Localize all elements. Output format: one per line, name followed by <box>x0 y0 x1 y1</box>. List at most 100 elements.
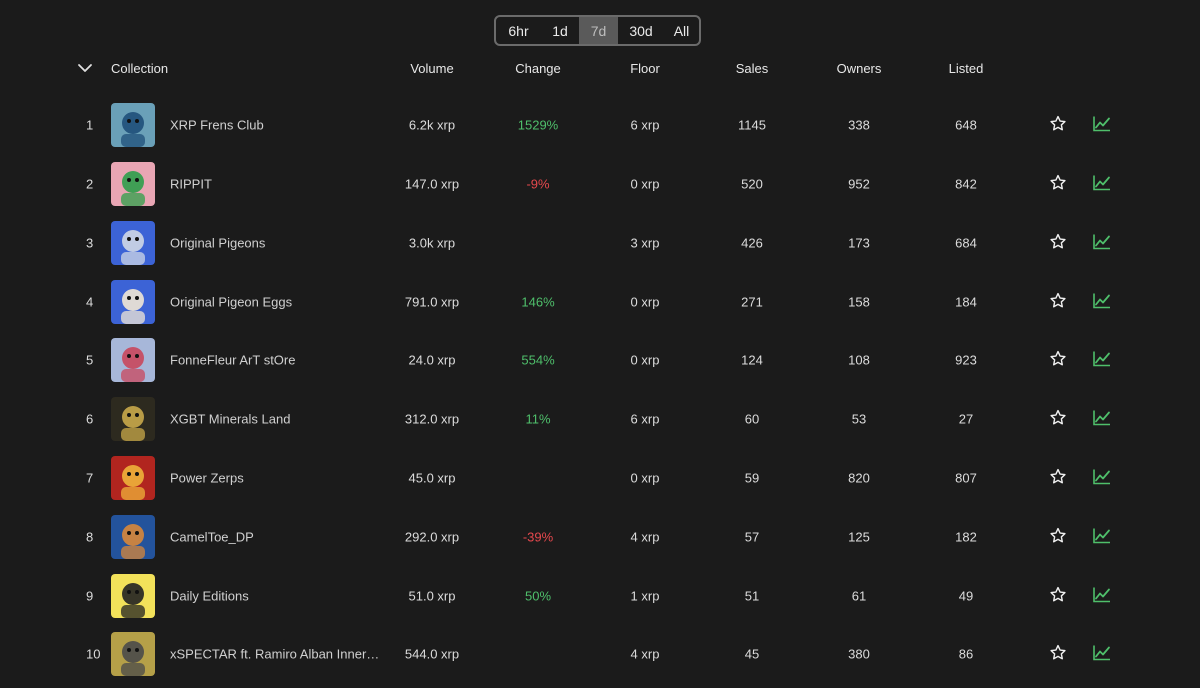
star-icon[interactable] <box>1049 408 1067 429</box>
header-sales[interactable]: Sales <box>736 60 769 78</box>
table-row[interactable]: 2 RIPPIT 147.0 xrp -9% 0 xrp 520 952 842 <box>0 154 1200 213</box>
trend-chart-icon[interactable] <box>1092 526 1112 547</box>
collection-thumbnail[interactable] <box>111 396 155 441</box>
collection-name-link[interactable]: CamelToe_DP <box>170 529 254 544</box>
star-icon[interactable] <box>1049 643 1067 664</box>
rank-number: 2 <box>86 176 94 191</box>
owners-value: 61 <box>851 588 867 603</box>
header-collection[interactable]: Collection <box>111 60 168 78</box>
sales-value: 60 <box>744 411 760 426</box>
change-value: 11% <box>525 411 551 426</box>
star-icon[interactable] <box>1049 291 1067 312</box>
cup-icon <box>121 582 145 618</box>
table-row[interactable]: 4 Original Pigeon Eggs 791.0 xrp 146% 0 xrp 2… <box>0 272 1200 331</box>
table-row[interactable]: 8 CamelToe_DP 292.0 xrp -39% 4 xrp 57 125 182 <box>0 507 1200 566</box>
star-icon[interactable] <box>1049 349 1067 370</box>
rankings-page: 6hr 1d 7d 30d All Collection Volume Chan… <box>0 0 1200 688</box>
table-row[interactable]: 1 XRP Frens Club 6.2k xrp 1529% 6 xrp 1145 338… <box>0 95 1200 154</box>
star-icon[interactable] <box>1049 585 1067 606</box>
table-row[interactable]: 5 FonneFleur ArT stOre 24.0 xrp 554% 0 xrp 12… <box>0 330 1200 389</box>
listed-value: 684 <box>955 235 977 250</box>
star-icon[interactable] <box>1049 114 1067 135</box>
owners-value: 108 <box>848 352 870 367</box>
star-icon[interactable] <box>1049 232 1067 253</box>
collection-name-link[interactable]: XGBT Minerals Land <box>170 411 290 426</box>
collection-name-link[interactable]: xSPECTAR ft. Ramiro Alban Inner V... <box>170 646 380 661</box>
change-value: -9% <box>526 176 550 191</box>
change-value: 1529% <box>517 117 559 132</box>
table-row[interactable]: 6 XGBT Minerals Land 312.0 xrp 11% 6 xrp 60 53… <box>0 389 1200 448</box>
owners-value: 125 <box>848 529 870 544</box>
trend-chart-icon[interactable] <box>1092 585 1112 606</box>
table-row[interactable]: 3 Original Pigeons 3.0k xrp 3 xrp 426 173 684 <box>0 213 1200 272</box>
trend-chart-icon[interactable] <box>1092 114 1112 135</box>
collection-name-link[interactable]: RIPPIT <box>170 176 212 191</box>
star-icon[interactable] <box>1049 526 1067 547</box>
header-volume[interactable]: Volume <box>410 60 453 78</box>
collection-thumbnail[interactable] <box>111 573 155 618</box>
listed-value: 648 <box>955 117 977 132</box>
owners-value: 173 <box>848 235 870 250</box>
owners-value: 338 <box>848 117 870 132</box>
floor-value: 4 xrp <box>630 529 660 544</box>
volume-value: 6.2k xrp <box>408 117 456 132</box>
collection-name-link[interactable]: Daily Editions <box>170 588 249 603</box>
volume-value: 544.0 xrp <box>404 646 460 661</box>
rank-number: 9 <box>86 588 94 603</box>
trend-chart-icon[interactable] <box>1092 232 1112 253</box>
time-range-selector: 6hr 1d 7d 30d All <box>494 15 701 46</box>
range-7d-button[interactable]: 7d <box>579 17 618 44</box>
floor-value: 6 xrp <box>630 411 660 426</box>
owners-value: 820 <box>848 470 870 485</box>
pigeon-icon <box>121 229 145 265</box>
trend-chart-icon[interactable] <box>1092 643 1112 664</box>
trend-chart-icon[interactable] <box>1092 291 1112 312</box>
collection-thumbnail[interactable] <box>111 102 155 147</box>
change-value: 50% <box>524 588 552 603</box>
table-row[interactable]: 10 xSPECTAR ft. Ramiro Alban Inner V... 54… <box>0 624 1200 683</box>
range-30d-button[interactable]: 30d <box>618 17 664 44</box>
portrait-icon <box>121 346 145 382</box>
range-6hr-button[interactable]: 6hr <box>496 17 541 44</box>
header-change[interactable]: Change <box>515 60 561 78</box>
collection-thumbnail[interactable] <box>111 279 155 324</box>
listed-value: 184 <box>955 294 977 309</box>
collection-thumbnail[interactable] <box>111 161 155 206</box>
header-listed[interactable]: Listed <box>949 60 984 78</box>
trend-chart-icon[interactable] <box>1092 467 1112 488</box>
collection-name-link[interactable]: XRP Frens Club <box>170 117 264 132</box>
star-icon[interactable] <box>1049 467 1067 488</box>
collection-thumbnail[interactable] <box>111 337 155 382</box>
sales-value: 520 <box>741 176 763 191</box>
rank-number: 5 <box>86 352 94 367</box>
listed-value: 807 <box>955 470 977 485</box>
table-row[interactable]: 9 Daily Editions 51.0 xrp 50% 1 xrp 51 61 49 <box>0 566 1200 625</box>
trend-chart-icon[interactable] <box>1092 349 1112 370</box>
rank-number: 4 <box>86 294 94 309</box>
header-floor[interactable]: Floor <box>630 60 660 78</box>
collection-thumbnail[interactable] <box>111 220 155 265</box>
collection-thumbnail[interactable] <box>111 514 155 559</box>
collection-name-link[interactable]: Original Pigeons <box>170 235 265 250</box>
star-icon[interactable] <box>1049 173 1067 194</box>
trend-chart-icon[interactable] <box>1092 173 1112 194</box>
rank-number: 6 <box>86 411 94 426</box>
volume-value: 312.0 xrp <box>404 411 460 426</box>
floor-value: 4 xrp <box>630 646 660 661</box>
change-value: -39% <box>522 529 554 544</box>
trend-chart-icon[interactable] <box>1092 408 1112 429</box>
listed-value: 49 <box>958 588 974 603</box>
collection-name-link[interactable]: Power Zerps <box>170 470 244 485</box>
range-all-button[interactable]: All <box>664 17 699 44</box>
table-row[interactable]: 7 Power Zerps 45.0 xrp 0 xrp 59 820 807 <box>0 448 1200 507</box>
collection-thumbnail[interactable] <box>111 455 155 500</box>
sales-value: 124 <box>741 352 763 367</box>
volume-value: 292.0 xrp <box>404 529 460 544</box>
header-owners[interactable]: Owners <box>837 60 882 78</box>
range-1d-button[interactable]: 1d <box>541 17 579 44</box>
owners-value: 53 <box>851 411 867 426</box>
collection-thumbnail[interactable] <box>111 631 155 676</box>
collection-name-link[interactable]: FonneFleur ArT stOre <box>170 352 295 367</box>
collection-name-link[interactable]: Original Pigeon Eggs <box>170 294 292 309</box>
rank-number: 7 <box>86 470 94 485</box>
